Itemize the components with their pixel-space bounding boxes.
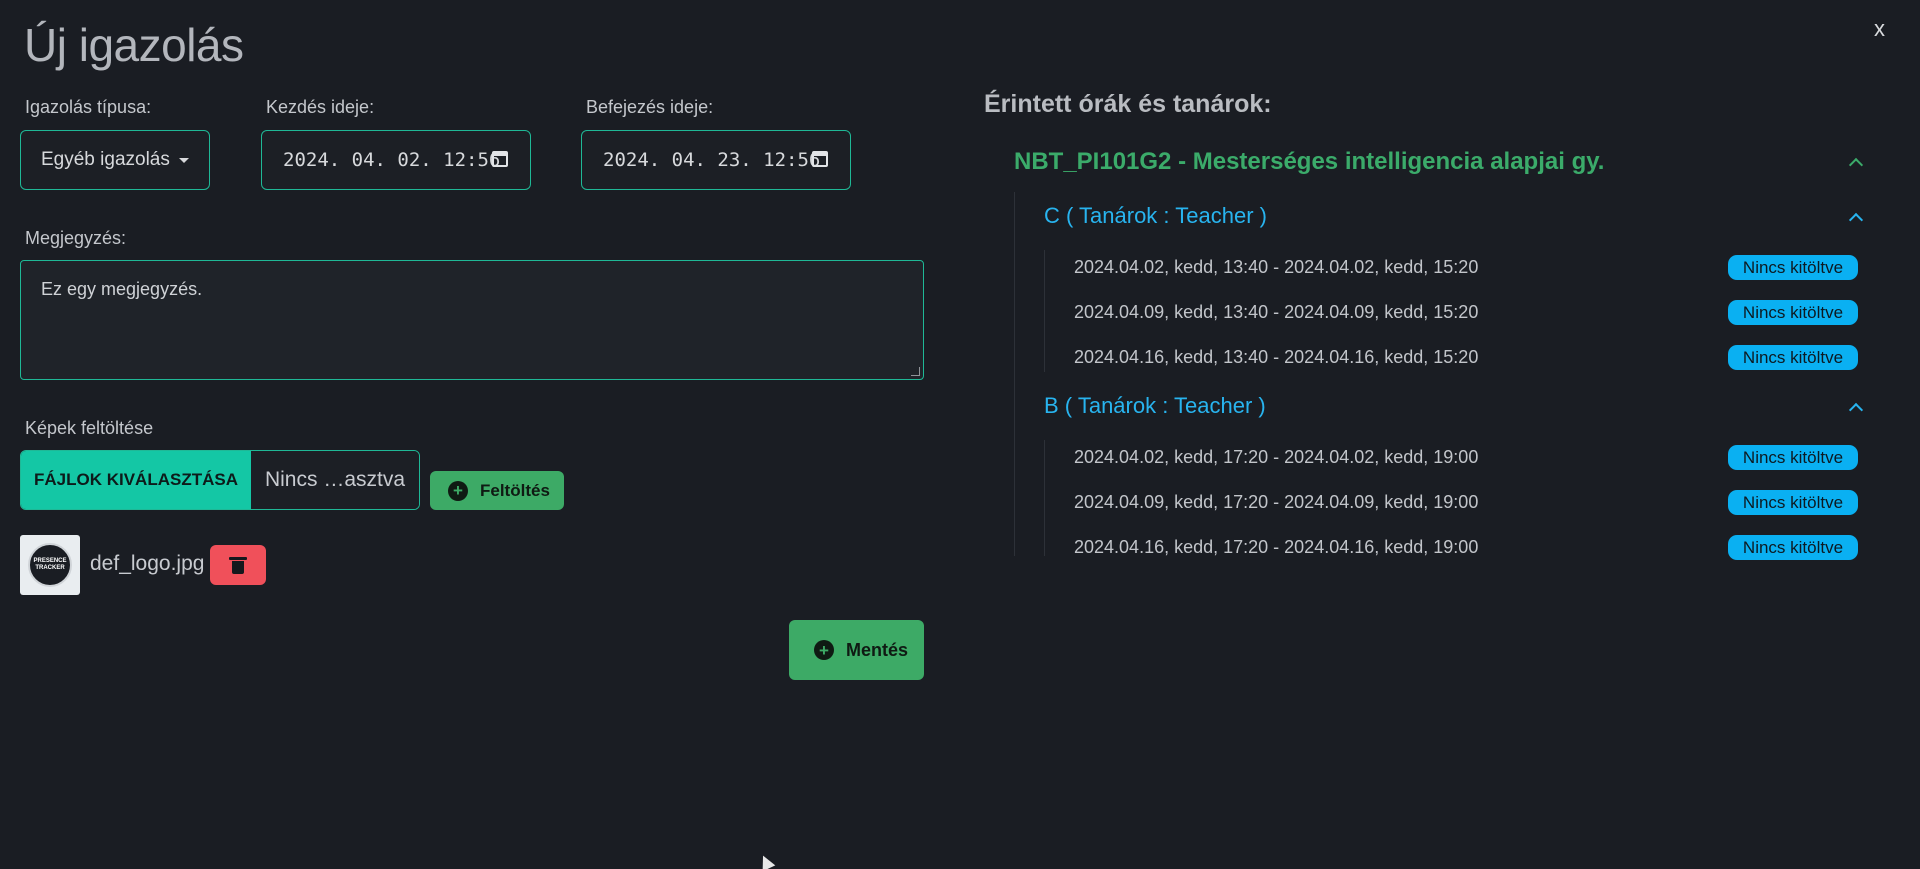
save-button-label: Mentés xyxy=(846,639,909,660)
type-label: Igazolás típusa: xyxy=(25,97,152,117)
session-item: 2024.04.02, kedd, 17:20 - 2024.04.02, ke… xyxy=(1074,447,1479,467)
logo-text-2: TRACKER xyxy=(35,565,65,571)
status-badge: Nincs kitöltve xyxy=(1728,535,1858,560)
no-file-text: Nincs …asztva xyxy=(251,451,419,509)
status-badge: Nincs kitöltve xyxy=(1728,345,1858,370)
end-datetime-value: 2024. 04. 23. 12:56 xyxy=(603,149,821,171)
chevron-up-icon[interactable] xyxy=(1848,157,1864,173)
type-select[interactable]: Egyéb igazolás xyxy=(20,130,210,190)
type-select-value: Egyéb igazolás xyxy=(41,149,170,170)
affected-title: Érintett órák és tanárok: xyxy=(984,90,1272,118)
group-tree-line xyxy=(1044,440,1045,556)
file-thumbnail: PRESENCE TRACKER xyxy=(20,535,80,595)
note-label: Megjegyzés: xyxy=(25,228,127,248)
start-label: Kezdés ideje: xyxy=(266,97,375,117)
group-tree-line xyxy=(1044,250,1045,372)
session-item: 2024.04.09, kedd, 17:20 - 2024.04.09, ke… xyxy=(1074,492,1479,512)
session-item: 2024.04.02, kedd, 13:40 - 2024.04.02, ke… xyxy=(1074,257,1479,277)
upload-button[interactable]: + Feltöltés xyxy=(430,471,564,510)
file-picker: FÁJLOK KIVÁLASZTÁSA Nincs …asztva xyxy=(20,450,420,510)
delete-file-button[interactable] xyxy=(210,545,266,585)
chevron-up-icon[interactable] xyxy=(1848,212,1864,228)
chevron-up-icon[interactable] xyxy=(1848,402,1864,418)
trash-icon xyxy=(229,556,247,574)
course-tree-line xyxy=(1014,192,1015,556)
end-label: Befejezés ideje: xyxy=(586,97,714,117)
upload-label: Képek feltöltése xyxy=(25,418,154,438)
group-title-b[interactable]: B ( Tanárok : Teacher ) xyxy=(1044,393,1266,419)
end-datetime-input[interactable]: 2024. 04. 23. 12:56 xyxy=(581,130,851,190)
session-item: 2024.04.09, kedd, 13:40 - 2024.04.09, ke… xyxy=(1074,302,1479,322)
status-badge: Nincs kitöltve xyxy=(1728,445,1858,470)
caret-down-icon xyxy=(179,158,189,163)
status-badge: Nincs kitöltve xyxy=(1728,490,1858,515)
plus-circle-icon: + xyxy=(814,640,834,660)
group-title-c[interactable]: C ( Tanárok : Teacher ) xyxy=(1044,203,1267,229)
page-title: Új igazolás xyxy=(24,19,244,71)
choose-files-button[interactable]: FÁJLOK KIVÁLASZTÁSA xyxy=(21,451,251,509)
calendar-icon[interactable] xyxy=(492,151,508,167)
save-button[interactable]: + Mentés xyxy=(789,620,924,680)
close-button[interactable]: x xyxy=(1874,16,1885,42)
session-item: 2024.04.16, kedd, 13:40 - 2024.04.16, ke… xyxy=(1074,347,1479,367)
calendar-icon[interactable] xyxy=(812,151,828,167)
note-textarea[interactable]: Ez egy megjegyzés. xyxy=(20,260,924,380)
logo-text-1: PRESENCE xyxy=(33,558,67,565)
status-badge: Nincs kitöltve xyxy=(1728,300,1858,325)
plus-circle-icon: + xyxy=(448,480,468,501)
presence-tracker-logo: PRESENCE TRACKER xyxy=(28,543,72,587)
resize-handle-icon[interactable] xyxy=(911,367,920,376)
note-text: Ez egy megjegyzés. xyxy=(41,279,203,299)
upload-button-label: Feltöltés xyxy=(480,480,550,500)
dialog: Új igazolás x Igazolás típusa: Egyéb iga… xyxy=(0,0,1920,869)
mouse-cursor-icon xyxy=(756,852,776,869)
session-item: 2024.04.16, kedd, 17:20 - 2024.04.16, ke… xyxy=(1074,537,1479,557)
course-title[interactable]: NBT_PI101G2 - Mesterséges intelligencia … xyxy=(1014,148,1604,176)
status-badge: Nincs kitöltve xyxy=(1728,255,1858,280)
start-datetime-value: 2024. 04. 02. 12:56 xyxy=(283,149,501,171)
start-datetime-input[interactable]: 2024. 04. 02. 12:56 xyxy=(261,130,531,190)
file-name: def_logo.jpg xyxy=(90,552,205,575)
